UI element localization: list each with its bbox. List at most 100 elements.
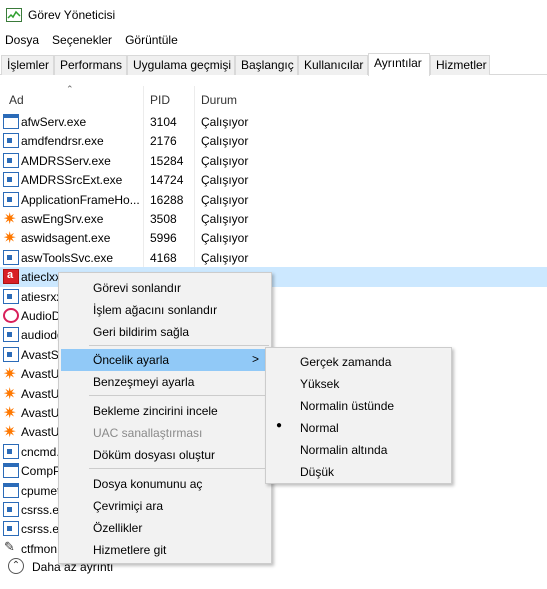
checked-bullet-icon: ● [276, 420, 283, 431]
table-row[interactable]: afwServ.exe 3104 Çalışıyor [0, 112, 547, 131]
process-pid: 15284 [150, 153, 184, 168]
menu-create-dump-file[interactable]: Döküm dosyası oluştur [59, 444, 271, 466]
app-icon [3, 191, 19, 207]
tab-app-history[interactable]: Uygulama geçmişi [127, 55, 235, 75]
priority-high[interactable]: Yüksek [266, 372, 451, 394]
table-row[interactable]: aswToolsSvc.exe 4168 Çalışıyor [0, 248, 547, 267]
menu-end-task[interactable]: Görevi sonlandır [59, 277, 271, 299]
menu-open-file-location[interactable]: Dosya konumunu aç [59, 473, 271, 495]
app-icon [3, 502, 19, 517]
avast-icon: ✷ [3, 385, 17, 403]
process-name: AMDRSSrcExt.exe [21, 173, 123, 188]
avast-icon: ✷ [3, 211, 17, 228]
menu-set-priority-label: Öncelik ayarla [93, 353, 170, 367]
priority-normal[interactable]: ● Normal [266, 416, 451, 438]
process-pid: 16288 [150, 192, 184, 207]
priority-low[interactable]: Düşük [266, 460, 451, 482]
menu-provide-feedback[interactable]: Geri bildirim sağla [59, 321, 271, 343]
tab-processes[interactable]: İşlemler [1, 55, 54, 75]
process-status: Çalışıyor [201, 231, 249, 246]
process-name: aswidsagent.exe [21, 231, 111, 246]
menu-properties[interactable]: Özellikler [59, 517, 271, 539]
context-menu: Görevi sonlandır İşlem ağacını sonlandır… [58, 272, 272, 564]
app-icon [3, 133, 19, 149]
table-row[interactable]: AMDRSServ.exe 15284 Çalışıyor [0, 151, 547, 170]
app-icon [3, 172, 19, 188]
priority-normal-label: Normal [300, 421, 339, 435]
app-icon [3, 288, 19, 304]
table-row[interactable]: ✷ aswidsagent.exe 5996 Çalışıyor [0, 228, 547, 247]
app-icon [3, 249, 19, 265]
title-bar: Görev Yöneticisi [0, 0, 547, 30]
column-status-header[interactable]: Durum [201, 93, 237, 107]
avast-icon: ✷ [3, 366, 17, 384]
tab-startup[interactable]: Başlangıç [235, 55, 298, 75]
process-status: Çalışıyor [201, 115, 249, 129]
menu-end-process-tree[interactable]: İşlem ağacını sonlandır [59, 299, 271, 321]
table-row[interactable]: ApplicationFrameHo... 16288 Çalışıyor [0, 190, 547, 209]
process-pid: 5996 [150, 231, 177, 246]
menu-set-affinity[interactable]: Benzeşmeyi ayarla [59, 371, 271, 393]
process-status: Çalışıyor [201, 134, 249, 149]
tab-services[interactable]: Hizmetler [430, 55, 490, 75]
priority-submenu: Gerçek zamanda Yüksek Normalin üstünde ●… [265, 347, 452, 484]
process-name: ApplicationFrameHo... [21, 192, 140, 207]
menu-view[interactable]: Görüntüle [120, 30, 186, 50]
collapse-chevron-icon[interactable]: ⌃ [8, 558, 24, 574]
app-icon [3, 152, 19, 168]
priority-above-normal[interactable]: Normalin üstünde [266, 394, 451, 416]
app-icon [3, 346, 19, 362]
window-title: Görev Yöneticisi [28, 8, 116, 22]
tab-performance[interactable]: Performans [54, 55, 127, 75]
menu-options[interactable]: Seçenekler [47, 30, 120, 50]
menu-separator [89, 345, 269, 346]
menu-search-online[interactable]: Çevrimiçi ara [59, 495, 271, 517]
table-row[interactable]: amdfendrsr.exe 2176 Çalışıyor [0, 131, 547, 150]
process-name: aswEngSrv.exe [21, 212, 104, 226]
ati-icon [3, 269, 19, 285]
tab-users[interactable]: Kullanıcılar [298, 55, 368, 75]
menu-bar: Dosya Seçenekler Görüntüle [0, 30, 547, 50]
priority-realtime[interactable]: Gerçek zamanda [266, 350, 451, 372]
process-pid: 14724 [150, 173, 184, 188]
priority-below-normal[interactable]: Normalin altında [266, 438, 451, 460]
menu-go-to-services[interactable]: Hizmetlere git [59, 539, 271, 561]
process-name: aswToolsSvc.exe [21, 250, 114, 265]
process-status: Çalışıyor [201, 250, 249, 265]
process-name: amdfendrsr.exe [21, 134, 104, 149]
audio-icon [3, 308, 19, 323]
app-icon [3, 327, 19, 343]
column-header-row: Ad PID Durum [0, 86, 547, 112]
app-icon [3, 521, 19, 537]
process-status: Çalışıyor [201, 212, 249, 226]
process-status: Çalışıyor [201, 153, 249, 168]
table-row[interactable]: AMDRSSrcExt.exe 14724 Çalışıyor [0, 170, 547, 189]
app-icon [3, 443, 19, 459]
task-manager-icon [6, 8, 22, 22]
pen-icon [3, 539, 19, 556]
table-row[interactable]: ✷ aswEngSrv.exe 3508 Çalışıyor [0, 209, 547, 228]
menu-set-priority[interactable]: Öncelik ayarla > [61, 349, 269, 371]
window-icon [3, 114, 19, 129]
process-status: Çalışıyor [201, 192, 249, 207]
menu-uac-virtualization: UAC sanallaştırması [93, 426, 203, 440]
column-pid-header[interactable]: PID [150, 93, 170, 107]
menu-analyze-wait-chain[interactable]: Bekleme zincirini incele [59, 400, 271, 422]
column-name-header[interactable]: Ad [9, 93, 24, 107]
process-name: afwServ.exe [21, 115, 87, 129]
process-pid: 2176 [150, 134, 177, 149]
menu-file[interactable]: Dosya [0, 30, 47, 50]
process-name: AMDRSServ.exe [21, 153, 111, 168]
process-pid: 3104 [150, 115, 177, 129]
tab-bar: İşlemler Performans Uygulama geçmişi Baş… [0, 53, 547, 76]
avast-icon: ✷ [3, 405, 17, 422]
menu-separator [89, 468, 269, 469]
tab-details[interactable]: Ayrıntılar [368, 53, 430, 76]
avast-icon: ✷ [3, 424, 17, 442]
avast-icon: ✷ [3, 230, 17, 248]
menu-separator [89, 395, 269, 396]
process-status: Çalışıyor [201, 173, 249, 188]
window-icon [3, 482, 19, 498]
process-pid: 4168 [150, 250, 177, 265]
window-icon [3, 463, 19, 479]
